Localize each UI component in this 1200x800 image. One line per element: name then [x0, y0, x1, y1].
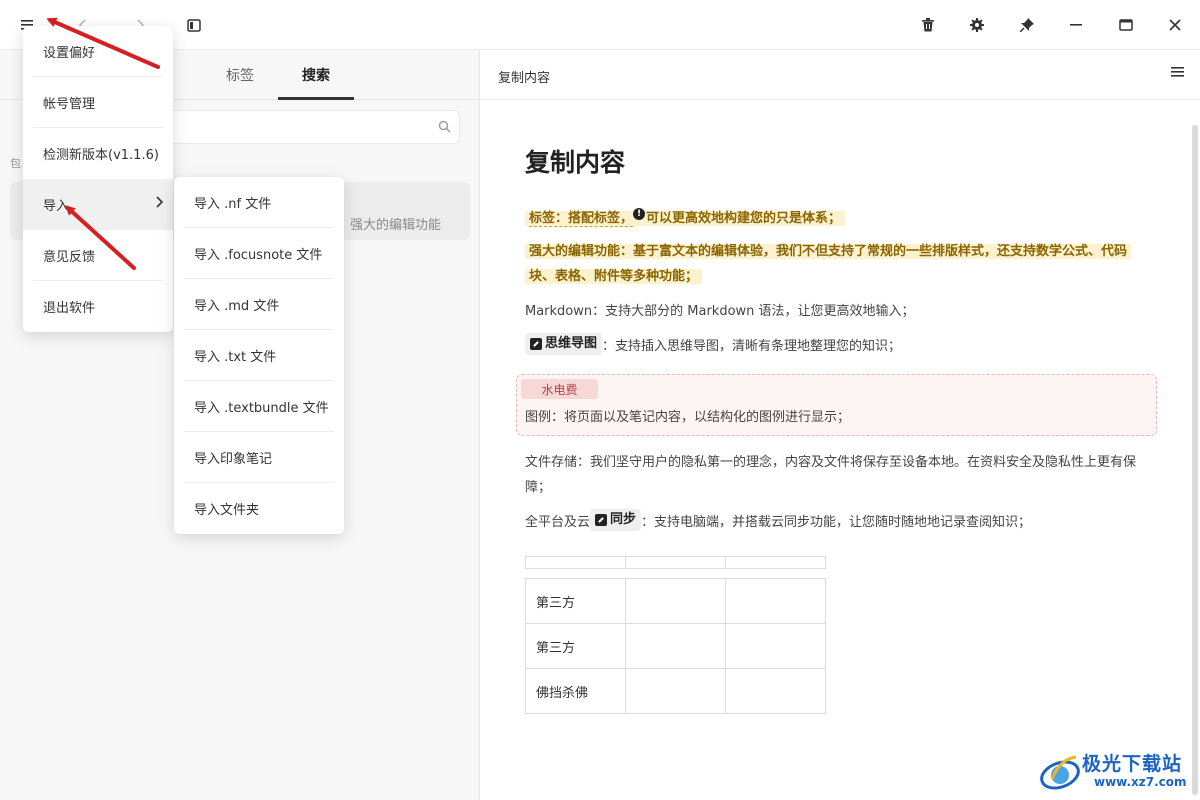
minimize-icon[interactable] [1063, 12, 1089, 38]
note-snippet: 强大的编辑功能 [350, 218, 442, 233]
markdown-paragraph: Markdown：支持大部分的 Markdown 语法，让您更高效地输入； [525, 304, 915, 319]
list-header-label: 包 [10, 157, 21, 170]
menu-item-check-update[interactable]: 检测新版本(v1.1.6) [33, 128, 163, 179]
submenu-item-import-txt[interactable]: 导入 .txt 文件 [184, 330, 334, 381]
table-cell[interactable] [725, 578, 826, 624]
submenu-item-import-textbundle[interactable]: 导入 .textbundle 文件 [184, 381, 334, 432]
tag-line-prefix: 标签：搭配标签， [529, 211, 634, 227]
table-cell[interactable] [625, 578, 726, 624]
search-input[interactable] [161, 111, 421, 143]
watermark-url: www.xz7.com [1094, 775, 1187, 789]
table-row: 佛挡杀佛 [525, 668, 826, 714]
table-cell[interactable] [525, 556, 626, 569]
table-row: 第三方 [525, 578, 826, 624]
watermark: 极光下载站 www.xz7.com [1038, 745, 1198, 795]
tag-pill[interactable]: 水电费 [521, 379, 598, 399]
storage-paragraph: 文件存储：我们坚守用户的隐私第一的理念，内容及文件将保存至设备本地。在资料安全及… [525, 455, 1137, 495]
table-cell[interactable]: 佛挡杀佛 [525, 668, 626, 714]
mindmap-chip[interactable]: 思维导图 [525, 333, 603, 355]
main-menu: 设置偏好 帐号管理 检测新版本(v1.1.6) 导入 意见反馈 退出软件 [23, 26, 173, 332]
table-cell[interactable] [625, 556, 726, 569]
submenu-item-import-evernote[interactable]: 导入印象笔记 [184, 432, 334, 483]
editor-content[interactable]: 复制内容 标签：搭配标签，! 可以更高效地构建您的只是体系； 强大的编辑功能：基于… [480, 100, 1200, 800]
sidebar-toggle-icon[interactable] [181, 12, 207, 38]
submenu-item-import-focusnote[interactable]: 导入 .focusnote 文件 [184, 228, 334, 279]
watermark-title: 极光下载站 [1082, 753, 1183, 775]
watermark-logo-icon [1040, 755, 1080, 790]
tab-tags[interactable]: 标签 [202, 50, 278, 100]
menu-item-exit[interactable]: 退出软件 [33, 281, 163, 332]
search-box[interactable] [160, 110, 460, 144]
info-badge-icon[interactable]: ! [633, 208, 646, 220]
gear-icon[interactable] [964, 12, 990, 38]
mindmap-chip-label: 思维导图 [545, 336, 598, 351]
note-menu-icon[interactable] [1171, 66, 1184, 82]
highlight-line-tags: 标签：搭配标签，! 可以更高效地构建您的只是体系； [525, 206, 846, 231]
menu-item-import[interactable]: 导入 [23, 179, 173, 230]
submenu-item-import-md[interactable]: 导入 .md 文件 [184, 279, 334, 330]
link-icon [595, 514, 608, 526]
highlight-line-editing: 强大的编辑功能：基于富文本的编辑体验，我们不但支持了常规的一些排版样式，还支持数… [525, 239, 1151, 289]
close-icon[interactable] [1162, 12, 1188, 38]
menu-item-feedback[interactable]: 意见反馈 [33, 230, 163, 281]
document-table[interactable]: 第三方 第三方 佛挡杀佛 [525, 556, 826, 714]
menu-item-preferences[interactable]: 设置偏好 [33, 26, 163, 77]
table-gap-row [525, 568, 826, 579]
submenu-item-import-nf[interactable]: 导入 .nf 文件 [184, 177, 334, 228]
tag-line-suffix: 可以更高效地构建您的只是体系； [646, 211, 842, 226]
note-title-header: 复制内容 [498, 71, 551, 86]
trash-icon[interactable] [915, 12, 941, 38]
mindmap-paragraph: 思维导图 ：支持插入思维导图，清晰有条理地整理您的知识； [525, 333, 1155, 359]
import-submenu: 导入 .nf 文件 导入 .focusnote 文件 导入 .md 文件 导入 … [174, 177, 344, 534]
editor-header: 复制内容 [480, 50, 1200, 100]
document-title: 复制内容 [525, 148, 626, 177]
table-cell[interactable] [625, 623, 726, 669]
table-cell[interactable] [725, 623, 826, 669]
table-cell[interactable]: 第三方 [525, 623, 626, 669]
table-cell[interactable] [725, 556, 826, 569]
link-icon [530, 338, 542, 350]
menu-item-import-label: 导入 [43, 199, 70, 214]
table-cell[interactable] [725, 668, 826, 714]
tab-search[interactable]: 搜索 [278, 50, 354, 100]
title-bar [0, 0, 1200, 50]
maximize-icon[interactable] [1113, 12, 1139, 38]
sync-paragraph: 全平台及云 同步 ：支持电脑端，并搭载云同步功能，让您随时随地地记录查阅知识； [525, 509, 1155, 535]
submenu-item-import-folder[interactable]: 导入文件夹 [184, 483, 334, 534]
menu-item-account[interactable]: 帐号管理 [33, 77, 163, 128]
table-cell[interactable]: 第三方 [525, 578, 626, 624]
editing-feature-text: 强大的编辑功能：基于富文本的编辑体验，我们不但支持了常规的一些排版样式，还支持数… [525, 244, 1132, 284]
sync-prefix: 全平台及云 [525, 515, 591, 530]
sync-chip-label: 同步 [610, 512, 637, 527]
sync-suffix: ：支持电脑端，并搭载云同步功能，让您随时随地地记录查阅知识； [641, 515, 1032, 530]
chevron-right-icon [155, 196, 164, 212]
mindmap-text: ：支持插入思维导图，清晰有条理地整理您的知识； [602, 339, 902, 354]
legend-block[interactable]: 水电费 图例：将页面以及笔记内容，以结构化的图例进行显示； [516, 374, 1157, 436]
scrollbar[interactable] [1192, 125, 1198, 795]
search-icon[interactable] [438, 120, 451, 137]
table-header-row [525, 556, 826, 569]
sync-chip[interactable]: 同步 [590, 509, 642, 531]
table-row: 第三方 [525, 623, 826, 669]
legend-description: 图例：将页面以及笔记内容，以结构化的图例进行显示； [525, 410, 851, 425]
table-cell[interactable] [625, 668, 726, 714]
pin-icon[interactable] [1014, 12, 1040, 38]
